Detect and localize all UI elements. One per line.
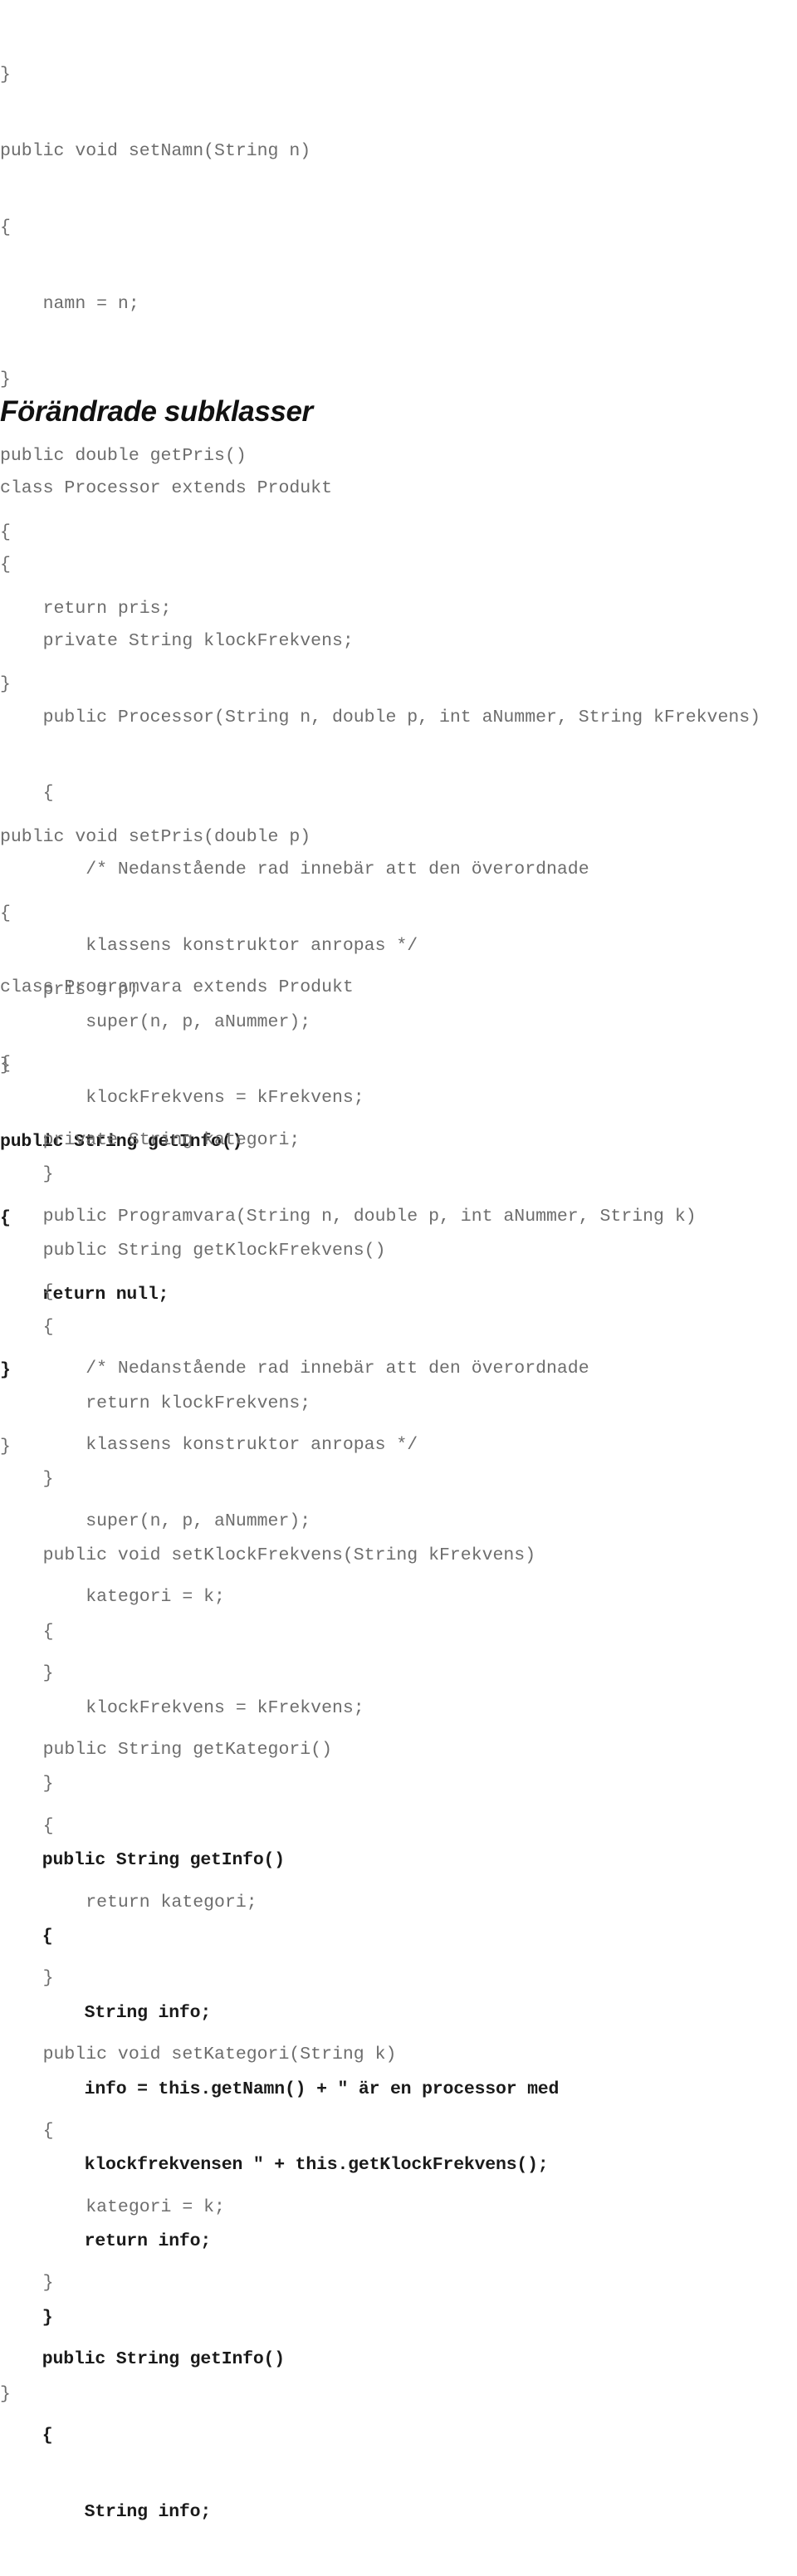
- code-line: public String getKategori(): [0, 1740, 332, 1760]
- code-line: return kategori;: [0, 1892, 257, 1912]
- code-line: class Processor extends Produkt: [0, 478, 332, 499]
- code-block-programvara: class Programvara extends Produkt { priv…: [0, 924, 697, 2576]
- code-line-comment: /* Nedanstående rad innebär att den över…: [0, 1359, 589, 1379]
- code-line: public Programvara(String n, double p, i…: [0, 1206, 697, 1227]
- document-page: } public void setNamn(String n) { namn =…: [0, 0, 797, 2522]
- code-line: kategori = k;: [0, 2196, 225, 2217]
- code-line: public Processor(String n, double p, int…: [0, 707, 761, 727]
- code-line: {: [0, 1053, 11, 1074]
- code-line: }: [0, 370, 11, 390]
- code-line: {: [0, 783, 54, 804]
- code-line-emphasis: {: [0, 2426, 53, 2446]
- code-line-comment: klassens konstruktor anropas */: [0, 1434, 418, 1455]
- code-line-comment: /* Nedanstående rad innebär att den över…: [0, 859, 589, 880]
- code-line-emphasis: public String getInfo(): [0, 2349, 285, 2370]
- code-line: private String kategori;: [0, 1129, 301, 1150]
- code-line: }: [0, 2273, 54, 2294]
- code-line: public void setNamn(String n): [0, 140, 311, 161]
- code-line: private String klockFrekvens;: [0, 630, 354, 651]
- code-line: }: [0, 1663, 54, 1684]
- code-line: {: [0, 554, 11, 575]
- code-line: {: [0, 1815, 54, 1836]
- code-line: super(n, p, aNummer);: [0, 1511, 311, 1531]
- code-line: }: [0, 65, 11, 86]
- code-line: {: [0, 1282, 54, 1303]
- code-line: {: [0, 217, 11, 238]
- code-line: public void setKategori(String k): [0, 2045, 397, 2065]
- code-line: kategori = k;: [0, 1587, 225, 1608]
- code-line: }: [0, 1968, 54, 1989]
- code-line: {: [0, 2120, 54, 2141]
- code-line-emphasis: String info;: [0, 2501, 212, 2522]
- code-line: class Programvara extends Produkt: [0, 977, 354, 998]
- code-line: namn = n;: [0, 293, 139, 314]
